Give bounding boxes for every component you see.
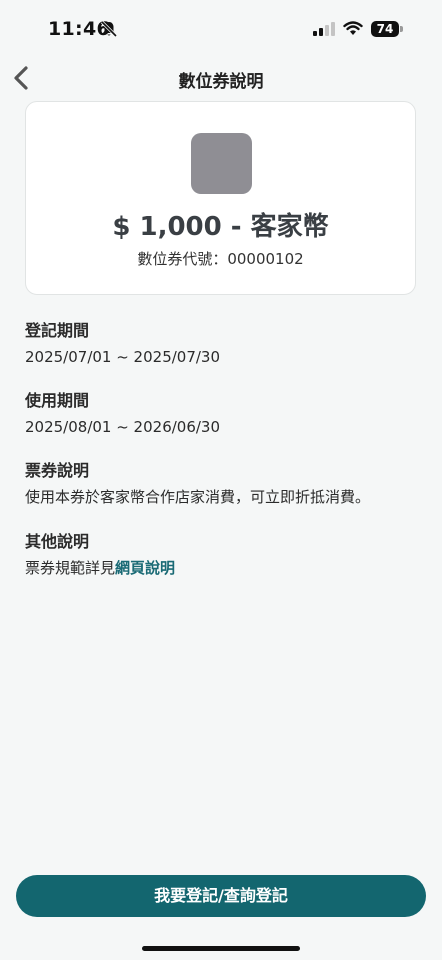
registration-period-section: 登記期間 2025/07/01 ~ 2025/07/30	[25, 318, 425, 367]
register-query-button[interactable]: 我要登記/查詢登記	[16, 875, 426, 917]
wifi-icon	[343, 21, 363, 35]
voucher-amount: $ 1,000 - 客家幣	[112, 212, 329, 242]
voucher-code-value: 00000102	[227, 250, 304, 268]
section-value: 2025/08/01 ~ 2026/06/30	[25, 418, 221, 436]
section-value: 2025/07/01 ~ 2025/07/30	[25, 348, 221, 366]
battery-tip	[400, 26, 403, 32]
status-bar: 11:46 74	[0, 0, 442, 58]
signal-icon	[313, 22, 335, 36]
section-value: 票券規範詳見	[25, 559, 116, 577]
section-heading: 票券說明	[25, 461, 90, 480]
section-value-line: 票券規範詳見網頁說明	[25, 558, 425, 578]
section-heading: 其他說明	[25, 532, 90, 551]
home-indicator	[142, 946, 300, 951]
voucher-card: $ 1,000 - 客家幣 數位券代號：00000102	[25, 101, 416, 295]
section-value: 使用本券於客家幣合作店家消費，可立即折抵消費。	[25, 488, 371, 506]
bell-slash-icon	[100, 20, 118, 38]
web-description-link[interactable]: 網頁說明	[115, 559, 175, 577]
battery-icon: 74	[371, 21, 399, 37]
usage-period-section: 使用期間 2025/08/01 ~ 2026/06/30	[25, 388, 425, 437]
page-title: 數位券說明	[178, 72, 264, 92]
voucher-image-placeholder	[191, 133, 252, 194]
voucher-code-label: 數位券代號：	[137, 250, 228, 268]
section-heading: 登記期間	[25, 321, 90, 340]
other-notes-section: 其他說明 票券規範詳見網頁說明	[25, 529, 425, 578]
nav-bar: 數位券說明	[0, 58, 442, 98]
voucher-code-line: 數位券代號：00000102	[26, 248, 415, 269]
section-heading: 使用期間	[25, 391, 90, 410]
voucher-description-section: 票券說明 使用本券於客家幣合作店家消費，可立即折抵消費。	[25, 458, 425, 507]
